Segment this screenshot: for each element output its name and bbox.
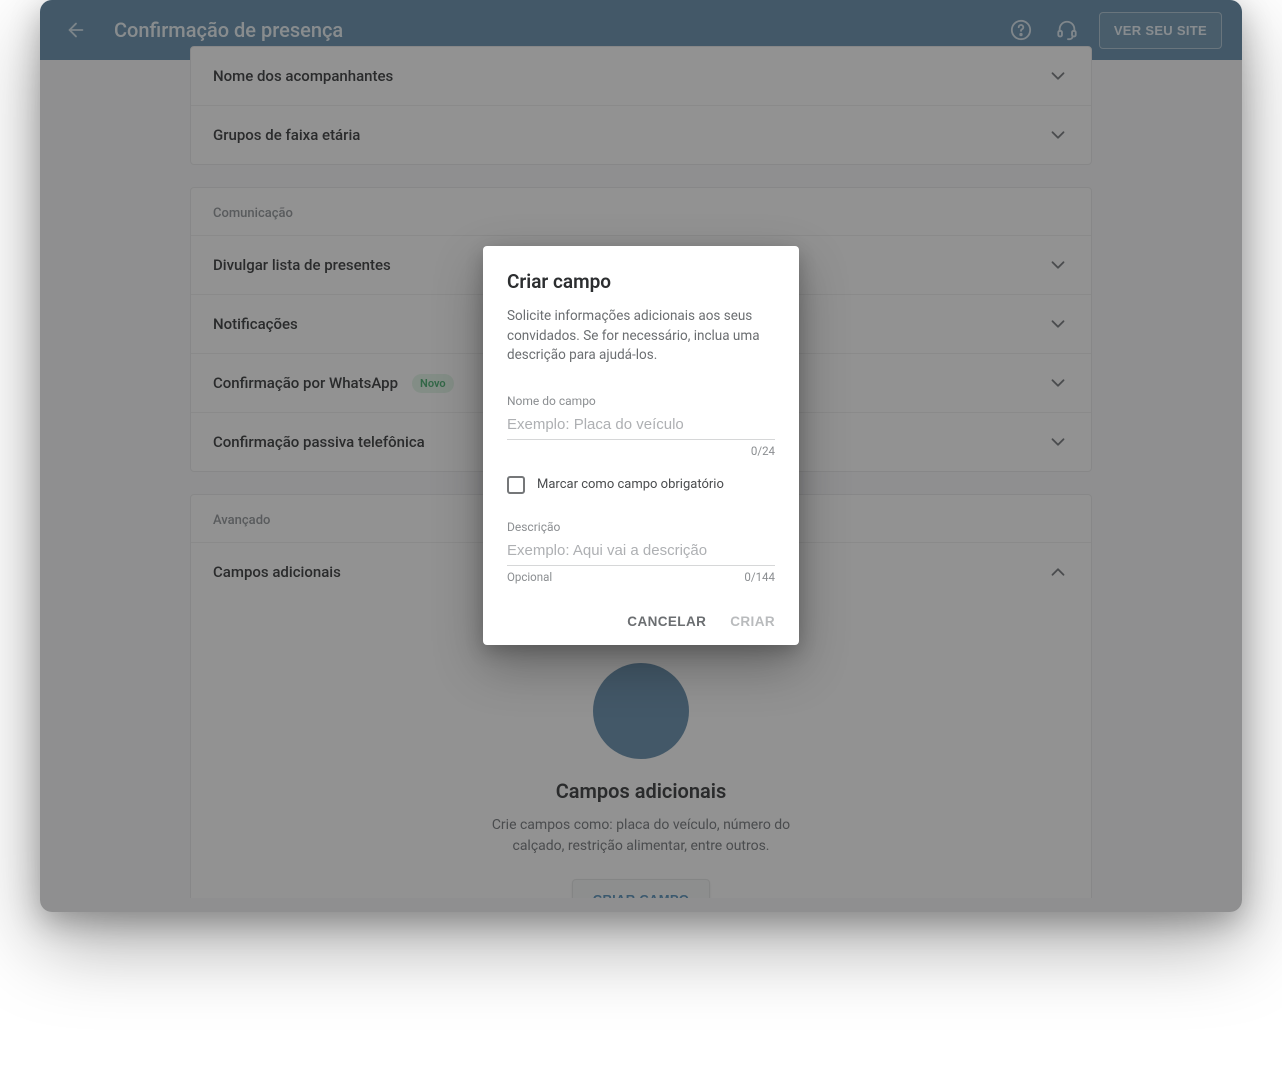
- modal-overlay[interactable]: Criar campo Solicite informações adicion…: [40, 0, 1242, 912]
- required-checkbox-row[interactable]: Marcar como campo obrigatório: [507, 476, 775, 494]
- field-name-label: Nome do campo: [507, 394, 775, 408]
- app-frame: Confirmação de presença VER SEU SITE Nom…: [40, 0, 1242, 912]
- field-description-counter: 0/144: [744, 570, 775, 584]
- dialog-title: Criar campo: [507, 270, 775, 293]
- dialog-actions: CANCELAR CRIAR: [507, 614, 775, 629]
- dialog-description: Solicite informações adicionais aos seus…: [507, 307, 775, 366]
- field-description-input[interactable]: [507, 536, 775, 566]
- field-name-group: Nome do campo 0/24: [507, 394, 775, 458]
- create-button[interactable]: CRIAR: [730, 614, 775, 629]
- field-description-label: Descrição: [507, 520, 775, 534]
- required-checkbox-label: Marcar como campo obrigatório: [537, 477, 724, 492]
- field-name-input[interactable]: [507, 410, 775, 440]
- create-field-dialog: Criar campo Solicite informações adicion…: [483, 246, 799, 645]
- cancel-button[interactable]: CANCELAR: [627, 614, 706, 629]
- field-name-counter: 0/24: [751, 444, 775, 458]
- field-description-group: Descrição Opcional 0/144: [507, 520, 775, 584]
- required-checkbox[interactable]: [507, 476, 525, 494]
- field-description-hint: Opcional: [507, 570, 552, 584]
